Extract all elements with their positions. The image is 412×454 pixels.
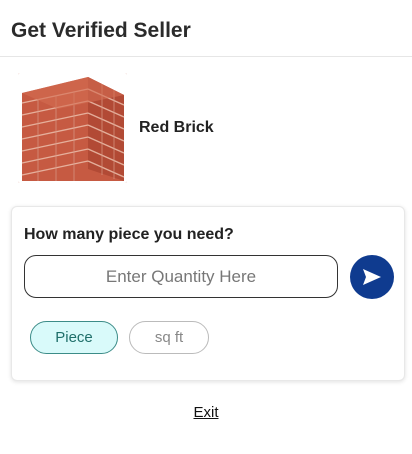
quantity-card: How many piece you need? Piece sq ft	[11, 206, 405, 381]
product-image	[18, 73, 127, 183]
send-arrow-icon	[363, 269, 381, 285]
quantity-question: How many piece you need?	[24, 226, 234, 243]
unit-chip-sqft[interactable]: sq ft	[129, 321, 209, 354]
page-title: Get Verified Seller	[11, 19, 191, 42]
product-name: Red Brick	[139, 119, 214, 136]
quantity-input[interactable]	[24, 255, 338, 298]
send-button[interactable]	[350, 255, 394, 299]
page-header: Get Verified Seller	[0, 0, 412, 57]
brick-stack-image	[18, 73, 127, 183]
exit-link[interactable]: Exit	[0, 404, 412, 421]
unit-chip-piece[interactable]: Piece	[30, 321, 118, 354]
